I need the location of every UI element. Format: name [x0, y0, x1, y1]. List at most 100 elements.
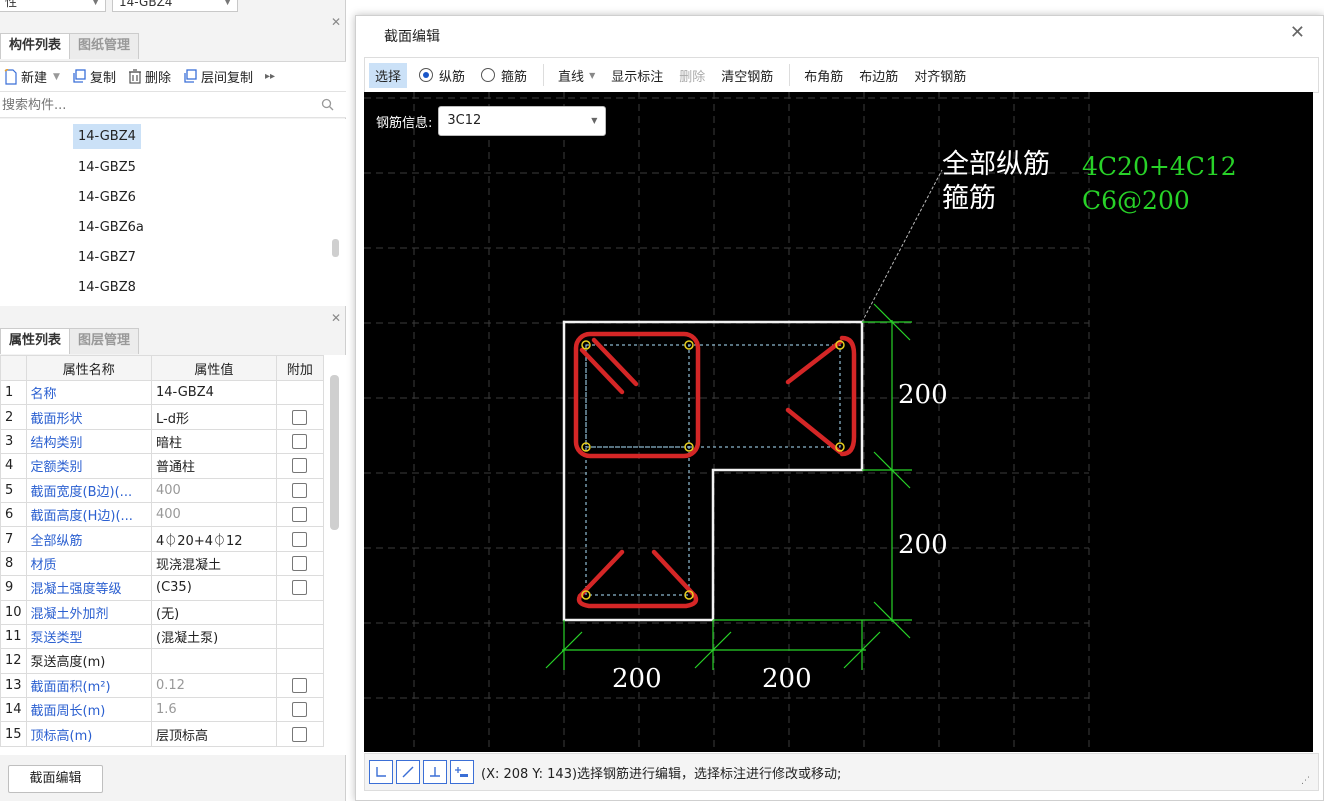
attach-checkbox[interactable] — [292, 409, 308, 425]
annotation-value-longitudinal[interactable]: 4C20+4C12 — [1082, 152, 1237, 182]
dimension-snap-button[interactable] — [450, 760, 474, 784]
close-icon[interactable]: ✕ — [1290, 22, 1305, 43]
delete-button[interactable]: 删除 — [679, 66, 705, 85]
annotation-value-stirrup[interactable]: C6@200 — [1082, 186, 1190, 216]
attach-checkbox[interactable] — [292, 555, 308, 571]
table-row[interactable]: 11 泵送类型 (混凝土泵) — [0, 623, 325, 650]
dimension-label[interactable]: 200 — [762, 664, 812, 694]
search-input[interactable] — [0, 94, 314, 116]
tab-property-list[interactable]: 属性列表 — [0, 328, 71, 354]
attach-checkbox[interactable] — [292, 726, 308, 742]
attach-checkbox[interactable] — [292, 433, 308, 449]
column-header: 属性值 — [151, 355, 277, 381]
longitudinal-radio[interactable]: 纵筋 — [419, 66, 465, 85]
property-value[interactable]: 0.12 — [151, 672, 277, 699]
table-row[interactable]: 1 名称 14-GBZ4 — [0, 379, 325, 406]
search-icon[interactable] — [321, 98, 334, 111]
property-value[interactable]: 暗柱 — [151, 428, 277, 455]
property-value[interactable]: (C35) — [151, 575, 277, 601]
tree-scrollbar[interactable] — [332, 239, 339, 257]
table-row[interactable]: 15 顶标高(m) 层顶标高 — [0, 721, 325, 747]
close-icon[interactable]: ✕ — [331, 311, 341, 325]
copy-button[interactable]: 复制 — [72, 67, 116, 86]
dimension-label[interactable]: 200 — [612, 664, 662, 694]
attach-checkbox[interactable] — [292, 458, 308, 474]
show-dimension-button[interactable]: 显示标注 — [611, 66, 663, 85]
more-icon[interactable]: ▸▸ — [265, 71, 275, 82]
line-dropdown[interactable]: 直线 ▼ — [558, 66, 595, 85]
property-value[interactable]: (无) — [151, 599, 277, 625]
orthogonal-snap-button[interactable] — [369, 760, 393, 784]
table-row[interactable]: 6 截面高度(H边)(... 400 — [0, 501, 325, 528]
column-header: 属性名称 — [25, 355, 153, 381]
dimension-label[interactable]: 200 — [898, 380, 948, 410]
table-row[interactable]: 4 定额类别 普通柱 — [0, 453, 325, 479]
property-value[interactable]: 400 — [151, 477, 277, 503]
resize-grip-icon[interactable]: ⋰ — [1301, 776, 1310, 786]
table-row[interactable]: 8 材质 现浇混凝土 — [0, 550, 325, 577]
tab-component-list[interactable]: 构件列表 — [0, 33, 71, 59]
tab-layer-management[interactable]: 图层管理 — [69, 328, 140, 354]
annotation-label-stirrup: 箍筋 — [942, 183, 996, 214]
floor-combo[interactable]: 性 ▼ — [0, 0, 106, 12]
property-value[interactable]: 普通柱 — [151, 453, 277, 479]
tree-item[interactable]: 14-GBZ8 — [73, 275, 141, 300]
property-value[interactable]: 400 — [151, 501, 277, 528]
stirrup-radio[interactable]: 箍筋 — [481, 66, 527, 85]
property-tabs: 属性列表 图层管理 — [0, 328, 140, 354]
property-value[interactable] — [151, 648, 277, 674]
clear-rebar-button[interactable]: 清空钢筋 — [721, 66, 773, 85]
dimension-label[interactable]: 200 — [898, 530, 948, 560]
corner-rebar-button[interactable]: 布角筋 — [804, 66, 843, 85]
close-icon[interactable]: ✕ — [331, 15, 341, 29]
property-value[interactable]: (混凝土泵) — [151, 623, 277, 650]
table-row[interactable]: 5 截面宽度(B边)(... 400 — [0, 477, 325, 503]
property-value[interactable]: L-d形 — [151, 404, 277, 430]
tree-item[interactable]: 14-GBZ7 — [73, 245, 141, 270]
drawing-canvas[interactable]: 200 200 200 200 全部纵筋 4C20+4C12 箍筋 C6@200… — [364, 92, 1313, 752]
row-number: 8 — [0, 550, 27, 577]
delete-button[interactable]: 删除 — [128, 67, 171, 86]
new-button[interactable]: 新建 ▼ — [4, 67, 60, 86]
property-value[interactable]: 14-GBZ4 — [151, 379, 277, 406]
select-button[interactable]: 选择 — [369, 62, 408, 88]
table-row[interactable]: 7 全部纵筋 4⏀20+4⏀12 — [0, 526, 325, 552]
tree-item[interactable]: 14-GBZ5 — [73, 155, 141, 180]
floor-copy-button[interactable]: 层间复制 — [183, 67, 253, 86]
attach-checkbox[interactable] — [292, 677, 308, 693]
tree-item[interactable]: 14-GBZ6a — [73, 215, 149, 240]
perpendicular-snap-button[interactable] — [423, 760, 447, 784]
table-row[interactable]: 12 泵送高度(m) — [0, 648, 325, 674]
property-value[interactable]: 4⏀20+4⏀12 — [151, 526, 277, 552]
attach-checkbox[interactable] — [292, 702, 308, 718]
status-text: (X: 208 Y: 143)选择钢筋进行编辑，选择标注进行修改或移动; — [481, 766, 842, 782]
tree-item[interactable]: 14-GBZ4 — [73, 124, 141, 149]
tab-drawing-management[interactable]: 图纸管理 — [69, 33, 140, 59]
align-rebar-button[interactable]: 对齐钢筋 — [914, 66, 966, 85]
table-row[interactable]: 9 混凝土强度等级 (C35) — [0, 575, 325, 601]
table-scrollbar[interactable] — [330, 375, 339, 530]
attach-checkbox[interactable] — [292, 482, 308, 498]
dimension-lines[interactable] — [545, 303, 912, 670]
table-row[interactable]: 10 混凝土外加剂 (无) — [0, 599, 325, 625]
property-name: 泵送高度(m) — [25, 648, 153, 674]
section-edit-button[interactable]: 截面编辑 — [8, 765, 103, 793]
component-combo-value: 14-GBZ4 — [119, 0, 173, 9]
attach-checkbox[interactable] — [292, 580, 308, 596]
attach-checkbox[interactable] — [292, 507, 308, 523]
component-combo[interactable]: 14-GBZ4 ▼ — [112, 0, 238, 12]
property-value[interactable]: 现浇混凝土 — [151, 550, 277, 577]
property-value[interactable]: 1.6 — [151, 697, 277, 723]
edge-rebar-button[interactable]: 布边筋 — [859, 66, 898, 85]
table-row[interactable]: 2 截面形状 L-d形 — [0, 404, 325, 430]
table-row[interactable]: 14 截面周长(m) 1.6 — [0, 697, 325, 723]
property-value[interactable]: 层顶标高 — [151, 721, 277, 747]
column-outline[interactable] — [562, 320, 864, 622]
tree-item[interactable]: 14-GBZ6 — [73, 185, 141, 210]
rebar-info-select[interactable]: 3C12 ▼ — [438, 106, 607, 136]
corner-icon — [376, 767, 386, 777]
table-row[interactable]: 13 截面面积(m²) 0.12 — [0, 672, 325, 699]
attach-checkbox[interactable] — [292, 531, 308, 547]
line-snap-button[interactable] — [396, 760, 420, 784]
table-row[interactable]: 3 结构类别 暗柱 — [0, 428, 325, 455]
